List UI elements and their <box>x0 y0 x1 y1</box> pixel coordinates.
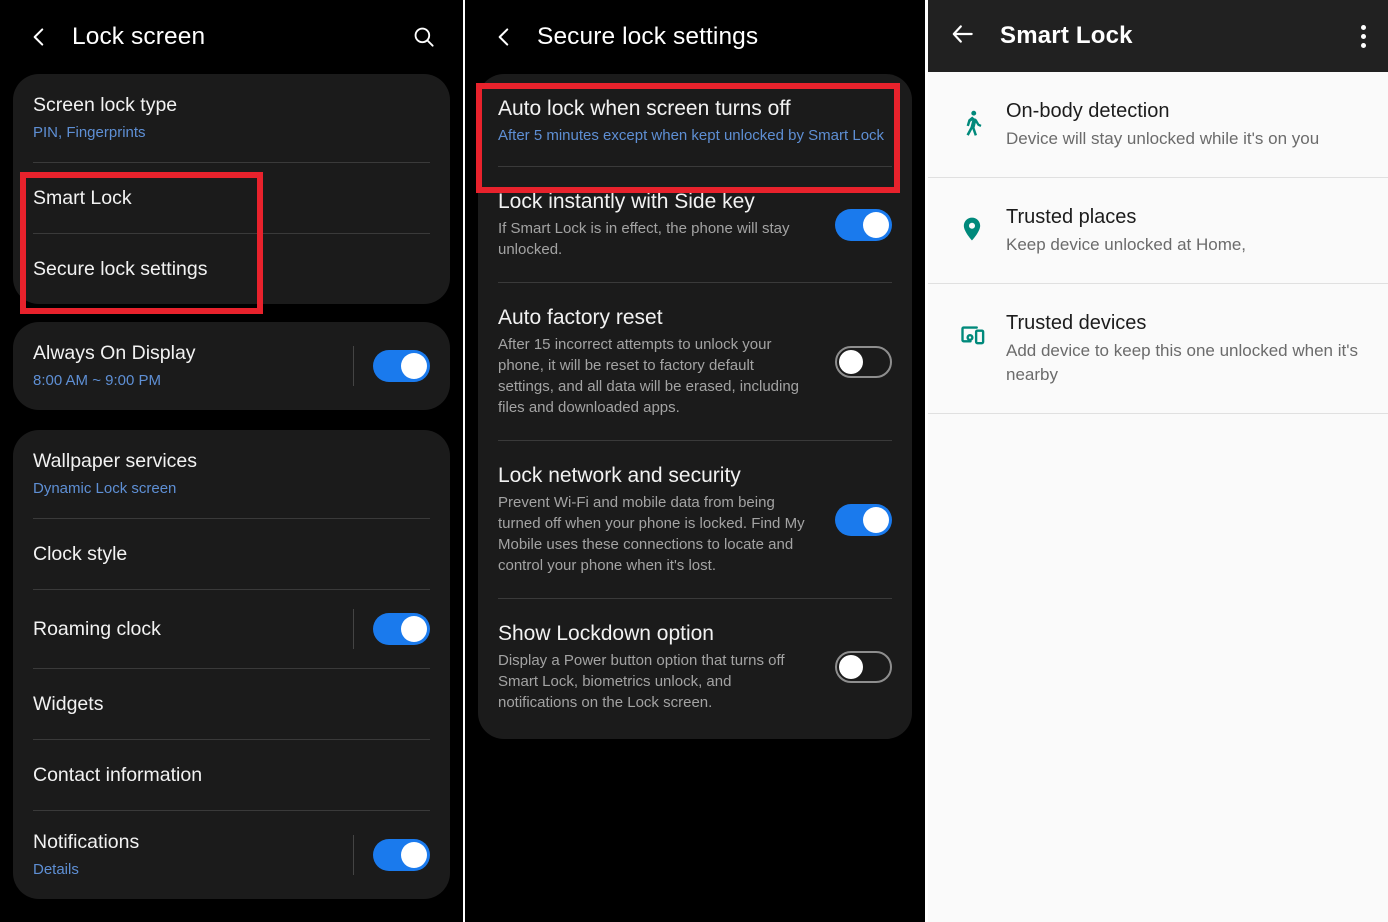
lock-instantly-toggle[interactable] <box>835 208 892 241</box>
row-trusted-places[interactable]: Trusted places Keep device unlocked at H… <box>928 178 1388 284</box>
more-vertical-icon[interactable] <box>1361 24 1366 48</box>
row-title: Trusted devices <box>1006 312 1147 334</box>
row-subtitle: After 15 incorrect attempts to unlock yo… <box>498 336 800 416</box>
secure-lock-card: Auto lock when screen turns off After 5 … <box>478 74 912 739</box>
row-wallpaper-services[interactable]: Wallpaper services Dynamic Lock screen <box>13 430 450 518</box>
row-title: Lock network and security <box>498 464 741 487</box>
row-subtitle: Display a Power button option that turns… <box>498 652 785 711</box>
row-lock-instantly-side-key[interactable]: Lock instantly with Side key If Smart Lo… <box>478 167 912 282</box>
row-subtitle: 8:00 AM ~ 9:00 PM <box>33 372 161 389</box>
row-title: Trusted places <box>1006 206 1137 228</box>
lock-card-personalize: Wallpaper services Dynamic Lock screen C… <box>13 430 450 899</box>
search-icon[interactable] <box>407 20 441 54</box>
three-panel-screenshot: Lock screen Screen lock type PIN, Finger… <box>0 0 1388 922</box>
lock-card-aod: Always On Display 8:00 AM ~ 9:00 PM <box>13 322 450 410</box>
row-auto-factory-reset[interactable]: Auto factory reset After 15 incorrect at… <box>478 283 912 440</box>
row-auto-lock-when-screen-off[interactable]: Auto lock when screen turns off After 5 … <box>478 74 912 166</box>
smart-lock-appbar: Smart Lock <box>928 0 1388 72</box>
row-title: Contact information <box>33 763 203 786</box>
row-subtitle: Dynamic Lock screen <box>33 480 177 497</box>
notifications-toggle[interactable] <box>373 839 430 871</box>
row-subtitle: If Smart Lock is in effect, the phone wi… <box>498 220 790 258</box>
roaming-clock-toggle[interactable] <box>373 613 430 645</box>
row-title: Smart Lock <box>33 186 132 209</box>
row-title: Always On Display <box>33 342 196 364</box>
panel-smart-lock: Smart Lock On-body detection Device will… <box>925 0 1388 922</box>
show-lockdown-toggle[interactable] <box>835 651 892 683</box>
auto-factory-reset-toggle[interactable] <box>835 345 892 378</box>
row-show-lockdown-option[interactable]: Show Lockdown option Display a Power but… <box>478 599 912 739</box>
toggle-separator <box>353 835 354 875</box>
row-title: Widgets <box>33 692 104 715</box>
row-title: Notifications <box>33 831 140 853</box>
lock-network-security-toggle[interactable] <box>835 503 892 536</box>
chevron-left-icon[interactable] <box>22 20 56 54</box>
row-subtitle: Device will stay unlocked while it's on … <box>1006 129 1320 148</box>
page-title: Secure lock settings <box>537 23 759 50</box>
row-contact-information[interactable]: Contact information <box>13 740 450 810</box>
row-roaming-clock[interactable]: Roaming clock <box>13 590 450 668</box>
row-subtitle: After 5 minutes except when kept unlocke… <box>498 127 885 144</box>
smart-lock-list: On-body detection Device will stay unloc… <box>928 72 1388 414</box>
toggle-separator <box>353 346 354 386</box>
row-title: Auto lock when screen turns off <box>498 97 791 120</box>
location-pin-icon <box>950 204 1006 244</box>
secure-lock-appbar: Secure lock settings <box>465 0 925 74</box>
arrow-left-icon[interactable] <box>950 21 976 52</box>
row-always-on-display[interactable]: Always On Display 8:00 AM ~ 9:00 PM <box>13 322 450 410</box>
row-title: Show Lockdown option <box>498 622 714 645</box>
page-title: Smart Lock <box>1000 22 1133 49</box>
always-on-display-toggle[interactable] <box>373 350 430 382</box>
chevron-left-icon[interactable] <box>487 20 521 54</box>
row-trusted-devices[interactable]: Trusted devices Add device to keep this … <box>928 284 1388 414</box>
walking-person-icon <box>950 98 1006 138</box>
row-title: Screen lock type <box>33 94 178 116</box>
row-subtitle: Details <box>33 861 79 878</box>
page-title: Lock screen <box>72 23 206 50</box>
row-title: Roaming clock <box>33 617 161 640</box>
row-title: Lock instantly with Side key <box>498 190 755 213</box>
devices-icon <box>950 310 1006 350</box>
row-title: Clock style <box>33 542 128 565</box>
row-subtitle: Add device to keep this one unlocked whe… <box>1006 341 1358 384</box>
row-subtitle: PIN, Fingerprints <box>33 124 146 141</box>
lock-card-security: Screen lock type PIN, Fingerprints Smart… <box>13 74 450 304</box>
row-title: Secure lock settings <box>33 257 208 280</box>
panel-secure-lock-settings: Secure lock settings Auto lock when scre… <box>463 0 925 922</box>
row-screen-lock-type[interactable]: Screen lock type PIN, Fingerprints <box>13 74 450 162</box>
row-widgets[interactable]: Widgets <box>13 669 450 739</box>
row-notifications[interactable]: Notifications Details <box>13 811 450 899</box>
row-title: Wallpaper services <box>33 450 197 472</box>
row-lock-network-security[interactable]: Lock network and security Prevent Wi-Fi … <box>478 441 912 598</box>
row-on-body-detection[interactable]: On-body detection Device will stay unloc… <box>928 72 1388 178</box>
row-clock-style[interactable]: Clock style <box>13 519 450 589</box>
lock-screen-appbar: Lock screen <box>0 0 463 74</box>
row-secure-lock-settings[interactable]: Secure lock settings <box>13 234 450 304</box>
row-smart-lock[interactable]: Smart Lock <box>13 163 450 233</box>
row-subtitle: Keep device unlocked at Home, <box>1006 235 1247 254</box>
toggle-separator <box>353 609 354 649</box>
panel-lock-screen: Lock screen Screen lock type PIN, Finger… <box>0 0 463 922</box>
row-title: On-body detection <box>1006 100 1170 122</box>
row-subtitle: Prevent Wi-Fi and mobile data from being… <box>498 494 805 574</box>
row-title: Auto factory reset <box>498 306 663 329</box>
